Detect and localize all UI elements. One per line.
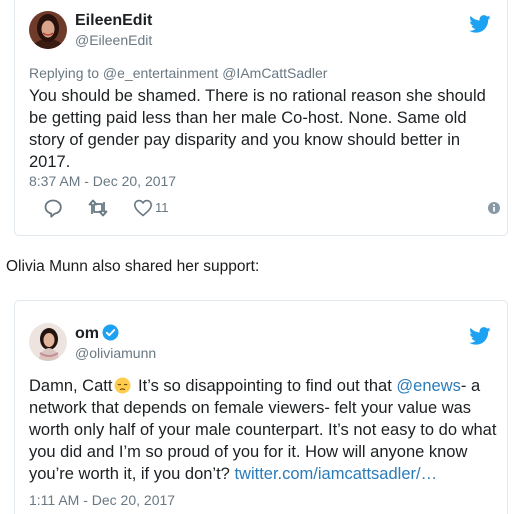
article-text: Olivia Munn also shared her support: bbox=[6, 258, 260, 275]
tweet-text: Damn, Catt It’s so disappointing to find… bbox=[29, 375, 501, 485]
tweet-card-oliviamunn: om @oliviamunn Damn, Catt It’s so disapp… bbox=[14, 300, 508, 514]
display-name[interactable]: om bbox=[75, 324, 119, 343]
tweet-url-link[interactable]: twitter.com/iamcattsadler/… bbox=[234, 465, 437, 483]
reply-context[interactable]: Replying to @e_entertainment @IAmCattSad… bbox=[29, 65, 327, 81]
tweet-text-part: It’s so disappointing to find out that bbox=[133, 377, 397, 395]
verified-badge-icon bbox=[102, 324, 119, 341]
retweet-icon[interactable] bbox=[87, 198, 109, 220]
mention-link[interactable]: @enews bbox=[396, 377, 460, 395]
display-name[interactable]: EileenEdit bbox=[75, 12, 152, 30]
avatar[interactable] bbox=[29, 323, 67, 361]
twitter-bird-icon[interactable] bbox=[469, 327, 491, 345]
pensive-face-emoji bbox=[114, 377, 131, 394]
tweet-text-part: Damn, Catt bbox=[29, 377, 113, 395]
user-handle[interactable]: @EileenEdit bbox=[75, 32, 152, 48]
display-name-text: om bbox=[75, 325, 99, 342]
tweet-text: You should be shamed. There is no ration… bbox=[29, 87, 486, 171]
tweet-card-eileenedit: EileenEdit @EileenEdit Replying to @e_en… bbox=[14, 0, 508, 236]
tweet-timestamp[interactable]: 8:37 AM - Dec 20, 2017 bbox=[29, 173, 176, 189]
info-icon[interactable] bbox=[487, 201, 501, 223]
tweet-actions: 11 bbox=[29, 198, 501, 220]
twitter-bird-icon[interactable] bbox=[469, 15, 491, 33]
tweet-timestamp[interactable]: 1:11 AM - Dec 20, 2017 bbox=[29, 492, 175, 508]
like-button[interactable]: 11 bbox=[133, 198, 169, 220]
user-handle[interactable]: @oliviamunn bbox=[75, 345, 156, 361]
avatar[interactable] bbox=[29, 11, 67, 49]
reply-icon[interactable] bbox=[43, 198, 63, 220]
heart-icon bbox=[133, 199, 153, 217]
like-count: 11 bbox=[155, 200, 169, 215]
